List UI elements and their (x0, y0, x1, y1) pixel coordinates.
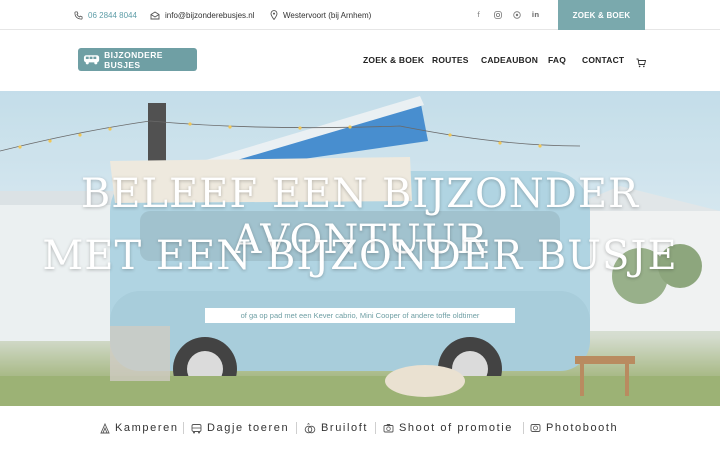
category-dagje-toeren[interactable]: Dagje toeren (191, 419, 289, 437)
logo-text: BIJZONDERE BUSJES (104, 49, 163, 70)
photobooth-icon (530, 424, 541, 432)
rings-icon (304, 422, 316, 433)
divider (296, 422, 297, 434)
camera-icon (383, 424, 394, 433)
category-label: Kamperen (115, 422, 179, 434)
phone-link[interactable]: 06 2844 8044 (74, 0, 137, 30)
linkedin-icon[interactable]: in (531, 11, 540, 20)
facebook-icon[interactable]: f (474, 11, 483, 20)
nav-faq[interactable]: FAQ (548, 55, 566, 65)
category-shoot-of-promotie[interactable]: Shoot of promotie (383, 419, 513, 437)
phone-number: 06 2844 8044 (88, 10, 137, 20)
instagram-icon[interactable] (493, 11, 502, 20)
divider (183, 422, 184, 434)
email-address: info@bijzonderebusjes.nl (165, 10, 255, 20)
category-bruiloft[interactable]: Bruiloft (304, 419, 368, 437)
logo[interactable]: BIJZONDERE BUSJES (78, 48, 197, 71)
category-label: Shoot of promotie (399, 422, 514, 434)
hero-section: BELEEF EEN BIJZONDER AVONTUUR MET EEN BI… (0, 91, 720, 406)
top-bar: 06 2844 8044 info@bijzonderebusjes.nl We… (0, 0, 720, 30)
nav-cadeaubon[interactable]: CADEAUBON (481, 55, 538, 65)
social-links: f in (474, 0, 540, 30)
map-pin-icon (270, 10, 278, 20)
van-logo-icon (83, 55, 100, 65)
nav-routes[interactable]: ROUTES (432, 55, 469, 65)
phone-icon (74, 10, 83, 20)
nav-zoek-boek[interactable]: ZOEK & BOEK (363, 55, 424, 65)
category-bar: Kamperen Dagje toeren Bruiloft Shoot of … (0, 406, 720, 450)
nav-contact[interactable]: CONTACT (582, 55, 624, 65)
category-label: Bruiloft (321, 422, 369, 434)
location-text: Westervoort (bij Arnhem) (283, 10, 372, 20)
category-photobooth[interactable]: Photobooth (530, 419, 618, 437)
cart-icon[interactable] (636, 55, 647, 73)
envelope-icon (150, 10, 160, 19)
category-label: Dagje toeren (207, 422, 290, 434)
category-label: Photobooth (546, 422, 619, 434)
camping-icon (100, 422, 110, 433)
van-icon (191, 423, 202, 433)
location-link[interactable]: Westervoort (bij Arnhem) (270, 0, 371, 30)
email-link[interactable]: info@bijzonderebusjes.nl (150, 0, 255, 30)
hero-subtitle: of ga op pad met een Kever cabrio, Mini … (205, 308, 515, 323)
whatsapp-icon[interactable] (512, 11, 521, 20)
divider (523, 422, 524, 434)
zoek-boek-top-button[interactable]: ZOEK & BOEK (558, 0, 645, 30)
category-kamperen[interactable]: Kamperen (100, 419, 179, 437)
site-header: BIJZONDERE BUSJES ZOEK & BOEK ROUTES CAD… (0, 30, 720, 91)
hero-title-line-2: MET EEN BIJZONDER BUSJE (42, 233, 678, 279)
divider (375, 422, 376, 434)
